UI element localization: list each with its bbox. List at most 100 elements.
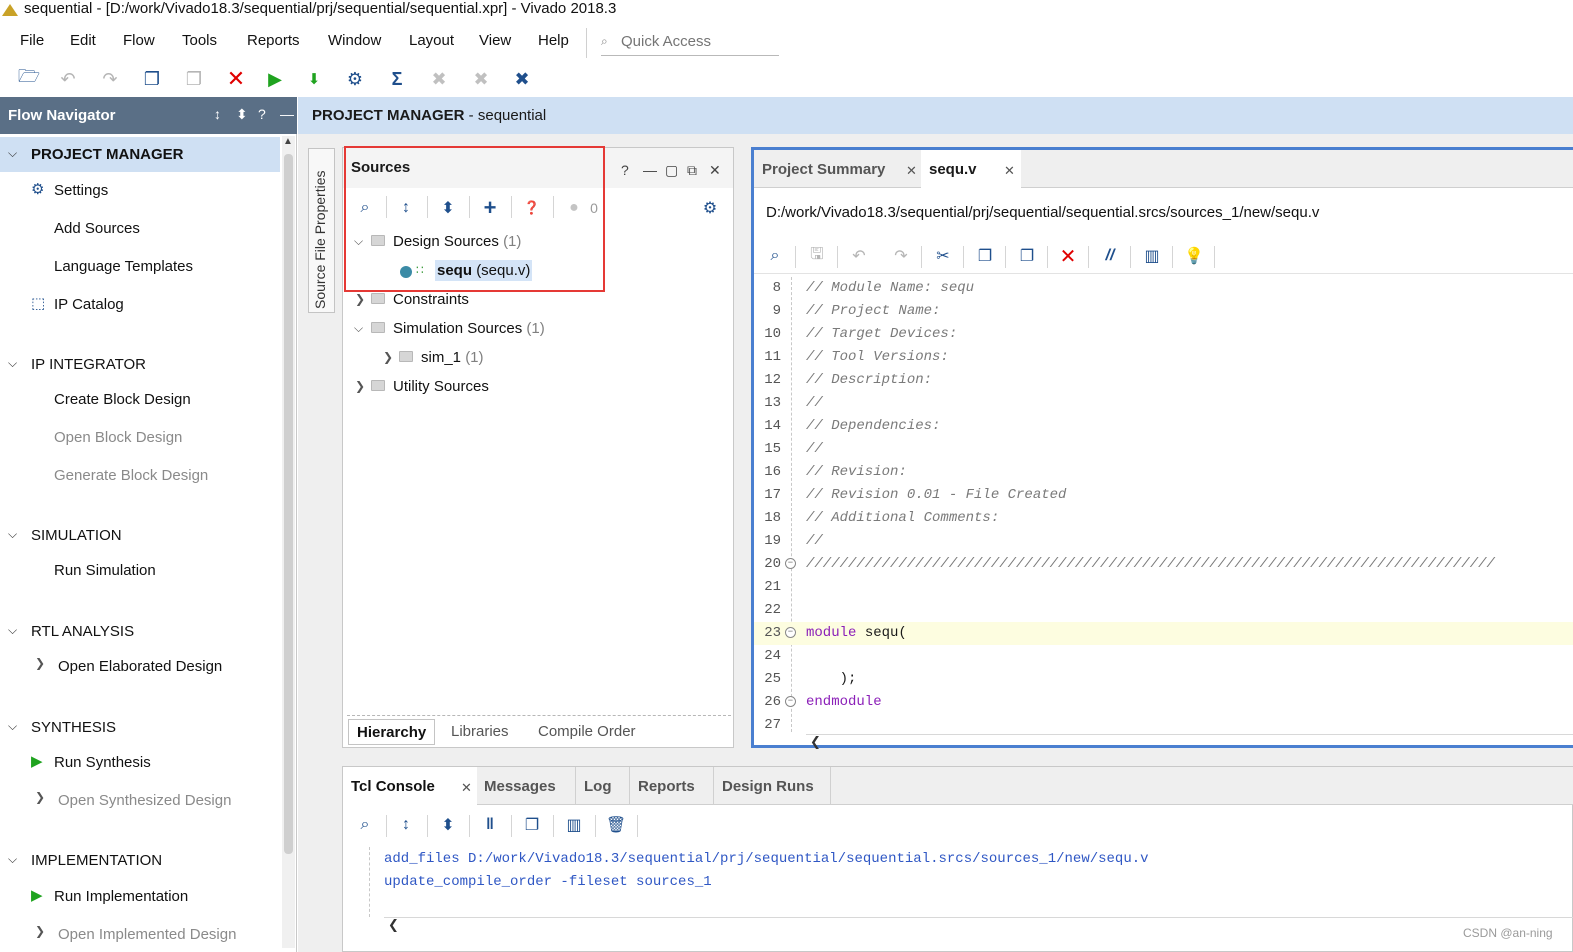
code-line[interactable]: 21 [754,576,1573,599]
disabled-tool-icon-1[interactable]: ✖ [426,66,452,92]
code-line[interactable]: 15 // [754,438,1573,461]
chevron-down-icon[interactable]: ⌵ [354,321,363,336]
nav-generate-block-design[interactable]: Generate Block Design [54,467,208,484]
column-select-icon[interactable]: ▥ [561,812,587,838]
code-line[interactable]: 22 [754,599,1573,622]
minimize-icon[interactable]: — [280,106,294,122]
code-line[interactable]: 26− endmodule [754,691,1573,714]
console-horizontal-scrollbar[interactable]: ❮ [384,917,1573,933]
redo-icon[interactable]: ↷ [97,66,123,92]
nav-open-block-design[interactable]: Open Block Design [54,429,182,446]
program-device-icon[interactable]: ⬇ [301,66,327,92]
code-line[interactable]: 18 // Additional Comments: [754,507,1573,530]
debug-icon[interactable]: ✖ [509,66,535,92]
disabled-tool-icon-2[interactable]: ✖ [468,66,494,92]
nav-ip-catalog[interactable]: IP Catalog [54,296,124,313]
nav-add-sources[interactable]: Add Sources [54,220,140,237]
copy-icon[interactable]: ❐ [139,66,165,92]
fold-toggle-icon[interactable]: − [785,627,796,638]
chevron-right-icon[interactable]: ❯ [383,350,393,364]
menu-layout[interactable]: Layout [409,32,454,49]
tree-simulation-sources[interactable]: ⌵ Simulation Sources (1) [343,317,723,344]
tab-project-summary[interactable]: Project Summary ✕ [754,150,921,188]
chevron-right-icon[interactable]: ❯ [355,379,365,393]
copy-icon[interactable]: ❐ [519,812,545,838]
menu-window[interactable]: Window [328,32,381,49]
tab-libraries[interactable]: Libraries [443,719,517,745]
nav-open-elaborated-design[interactable]: Open Elaborated Design [58,658,222,675]
maximize-icon[interactable]: ▢ [665,162,678,179]
lightbulb-icon[interactable]: 💡 [1181,243,1207,269]
tree-utility-sources[interactable]: ❯ Utility Sources [343,375,723,402]
nav-language-templates[interactable]: Language Templates [54,258,193,275]
tab-reports[interactable]: Reports [629,767,713,805]
tab-hierarchy[interactable]: Hierarchy [348,719,436,745]
close-icon[interactable]: ✕ [1004,163,1015,179]
menu-reports[interactable]: Reports [247,32,300,49]
scroll-left-icon[interactable]: ❮ [388,917,399,933]
chevron-right-icon[interactable]: ❯ [35,790,45,804]
code-line[interactable]: 9 // Project Name: [754,300,1573,323]
menu-edit[interactable]: Edit [70,32,96,49]
pause-icon[interactable]: ‖ [477,812,503,838]
section-ip-integrator[interactable]: ⌵ IP INTEGRATOR [0,347,280,382]
float-icon[interactable]: ⧉ [687,162,697,179]
section-synthesis[interactable]: ⌵ SYNTHESIS [0,710,280,745]
close-icon[interactable]: ✕ [906,163,917,179]
editor-horizontal-scrollbar[interactable]: ❮ [806,734,1573,750]
section-rtl-analysis[interactable]: ⌵ RTL ANALYSIS [0,614,280,649]
paste-icon[interactable]: ❐ [1014,243,1040,269]
tree-sim-1[interactable]: ❯ sim_1 (1) [343,346,723,373]
undo-icon[interactable]: ↶ [55,66,81,92]
collapse-all-icon[interactable]: ↕ [393,812,419,838]
section-implementation[interactable]: ⌵ IMPLEMENTATION [0,843,280,878]
scroll-up-icon[interactable]: ▲ [283,136,293,147]
comment-icon[interactable]: // [1097,243,1123,269]
nav-open-implemented-design[interactable]: Open Implemented Design [58,926,236,943]
cut-icon[interactable]: ✂ [930,243,956,269]
minimize-icon[interactable]: — [643,162,657,178]
tab-tcl-console[interactable]: Tcl Console ✕ [343,767,477,805]
nav-run-implementation[interactable]: Run Implementation [54,888,188,905]
code-line[interactable]: 14 // Dependencies: [754,415,1573,438]
tab-log[interactable]: Log [575,767,629,805]
code-line[interactable]: 23− module sequ( [754,622,1573,645]
code-line[interactable]: 10 // Target Devices: [754,323,1573,346]
close-icon[interactable]: ✕ [461,780,472,796]
scroll-left-icon[interactable]: ❮ [810,734,821,750]
close-icon[interactable]: ✕ [709,162,721,179]
nav-create-block-design[interactable]: Create Block Design [54,391,191,408]
chevron-right-icon[interactable]: ❯ [355,292,365,306]
code-area[interactable]: 8 // Module Name: sequ 9 // Project Name: 10… [754,277,1573,733]
fold-toggle-icon[interactable]: − [785,696,796,707]
source-file-properties-tab[interactable]: Source File Properties [308,148,335,313]
code-line[interactable]: 13 // [754,392,1573,415]
code-line[interactable]: 25 ); [754,668,1573,691]
column-select-icon[interactable]: ▥ [1139,243,1165,269]
code-line[interactable]: 8 // Module Name: sequ [754,277,1573,300]
settings-icon[interactable]: ⚙ [342,66,368,92]
nav-open-synthesized-design[interactable]: Open Synthesized Design [58,792,231,809]
open-project-icon[interactable]: 🗁 [16,66,42,92]
gear-icon[interactable]: ⚙ [697,195,723,221]
redo-icon[interactable]: ↷ [888,243,914,269]
quick-access-box[interactable]: ⌕ [601,29,779,56]
menu-help[interactable]: Help [538,32,569,49]
nav-run-simulation[interactable]: Run Simulation [54,562,156,579]
trash-icon[interactable]: 🗑 [603,812,629,838]
expand-all-icon[interactable]: ⬍ [236,106,248,123]
code-line[interactable]: 11 // Tool Versions: [754,346,1573,369]
code-line[interactable]: 17 // Revision 0.01 - File Created [754,484,1573,507]
menu-tools[interactable]: Tools [182,32,217,49]
sigma-icon[interactable]: Σ [384,66,410,92]
code-line[interactable]: 24 [754,645,1573,668]
tab-messages[interactable]: Messages [476,767,575,805]
tab-sequ-v[interactable]: sequ.v ✕ [921,150,1021,188]
nav-run-synthesis[interactable]: Run Synthesis [54,754,151,771]
code-line[interactable]: 19 // [754,530,1573,553]
menu-view[interactable]: View [479,32,511,49]
menu-file[interactable]: File [20,32,44,49]
menu-flow[interactable]: Flow [123,32,155,49]
code-line[interactable]: 12 // Description: [754,369,1573,392]
tab-compile-order[interactable]: Compile Order [530,719,644,745]
